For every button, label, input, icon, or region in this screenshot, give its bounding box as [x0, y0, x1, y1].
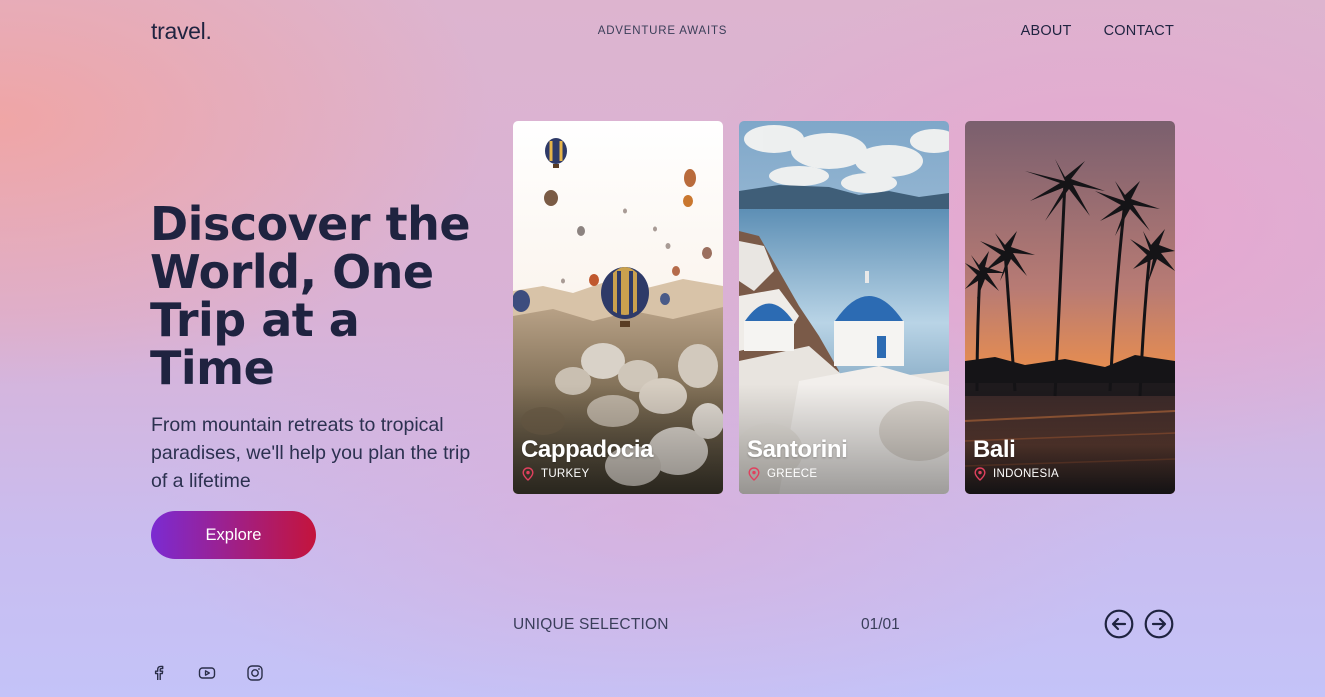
next-slide-button[interactable]: [1144, 609, 1174, 639]
destination-card-bali[interactable]: Bali INDONESIA: [965, 121, 1175, 494]
main-nav: ABOUT CONTACT: [1021, 23, 1174, 39]
nav-about-link[interactable]: ABOUT: [1021, 23, 1072, 39]
hero-title: Discover the World, One Trip at a Time: [150, 197, 471, 395]
destination-card-santorini[interactable]: Santorini GREECE: [739, 121, 949, 494]
prev-slide-button[interactable]: [1104, 609, 1134, 639]
youtube-link[interactable]: [198, 664, 216, 682]
card-title: Bali: [973, 436, 1016, 463]
logo[interactable]: travel.: [151, 18, 212, 45]
instagram-link[interactable]: [246, 664, 264, 682]
card-title: Cappadocia: [521, 436, 654, 463]
slide-counter: 01/01: [861, 616, 900, 633]
explore-button[interactable]: Explore: [151, 511, 316, 559]
facebook-link[interactable]: [150, 664, 168, 682]
card-location: TURKEY: [522, 467, 589, 481]
destination-card-cappadocia[interactable]: Cappadocia TURKEY: [513, 121, 723, 494]
card-country: INDONESIA: [993, 468, 1059, 480]
map-pin-icon: [974, 467, 986, 481]
selection-label: UNIQUE SELECTION: [513, 616, 669, 633]
card-title: Santorini: [747, 436, 848, 463]
hero-subtitle: From mountain retreats to tropical parad…: [151, 414, 471, 492]
arrow-left-circle-icon: [1104, 609, 1134, 639]
facebook-icon: [154, 665, 164, 680]
card-country: TURKEY: [541, 468, 590, 480]
tagline: ADVENTURE AWAITS: [597, 25, 728, 37]
map-pin-icon: [748, 467, 760, 481]
card-location: GREECE: [748, 467, 817, 481]
arrow-right-circle-icon: [1144, 609, 1174, 639]
instagram-icon: [247, 665, 263, 681]
card-location: INDONESIA: [974, 467, 1059, 481]
youtube-icon: [198, 667, 216, 679]
map-pin-icon: [522, 467, 534, 481]
nav-contact-link[interactable]: CONTACT: [1104, 23, 1174, 39]
card-country: GREECE: [767, 468, 818, 480]
